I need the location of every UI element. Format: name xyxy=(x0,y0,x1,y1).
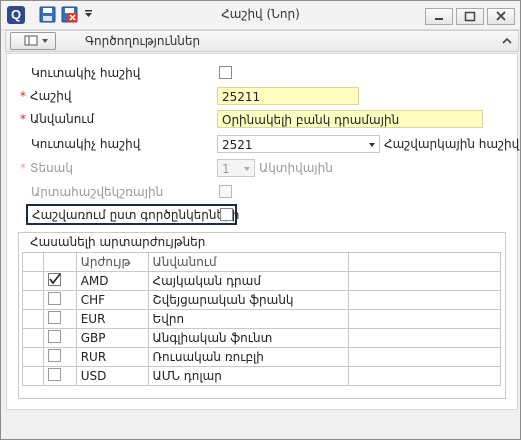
currency-code: RUR xyxy=(75,347,149,367)
currencies-grid: Արժույթ Անվանում AMD Հայկական դրամ CHF Շ… xyxy=(22,252,502,386)
actions-label[interactable]: Գործողություններ xyxy=(85,34,200,48)
currency-code: AMD xyxy=(75,271,149,291)
row-checkbox-cell[interactable] xyxy=(42,328,77,348)
name-input[interactable]: Օրինակելի բանկ դրամային xyxy=(217,110,483,128)
type-select: 1 xyxy=(217,159,255,177)
table-header-row: Արժույթ Անվանում xyxy=(22,252,502,272)
checkbox-icon[interactable] xyxy=(47,348,62,363)
required-marker: * xyxy=(20,161,26,175)
maximize-icon xyxy=(464,11,476,22)
currencies-table: Արժույթ Անվանում AMD Հայկական դրամ CHF Շ… xyxy=(22,252,502,386)
chevron-down-icon xyxy=(369,143,375,147)
currency-code: GBP xyxy=(75,328,149,348)
offbalance-label: Արտահաշվեկշռային xyxy=(31,185,164,199)
row-checkbox-cell[interactable] xyxy=(42,271,77,291)
header-check-cell xyxy=(42,252,77,272)
account-label: * Հաշիվ xyxy=(20,89,71,103)
chevron-up-icon[interactable] xyxy=(501,35,513,47)
type-label: * Տեսակ xyxy=(20,161,73,175)
by-partners-label: Հաշվառում ըստ գործընկերների xyxy=(32,208,240,222)
column-header-code[interactable]: Արժույթ xyxy=(75,252,149,272)
checkbox-icon[interactable] xyxy=(47,367,62,382)
header-empty-cell xyxy=(347,252,502,272)
close-button[interactable] xyxy=(487,8,515,25)
account-label-text: Հաշիվ xyxy=(30,89,72,103)
currency-name: Հայկական դրամ xyxy=(147,271,349,291)
type-label-text: Տեսակ xyxy=(30,161,73,175)
currency-code: CHF xyxy=(75,290,149,310)
empty-cell xyxy=(347,328,502,348)
row-indicator xyxy=(22,309,44,329)
checkbox-icon[interactable] xyxy=(47,291,62,306)
header-indicator-cell xyxy=(22,252,44,272)
checkbox-icon[interactable] xyxy=(47,329,62,344)
chevron-down-icon xyxy=(244,167,250,171)
row-indicator xyxy=(22,290,44,310)
row-indicator xyxy=(22,328,44,348)
row-checkbox-cell[interactable] xyxy=(42,309,77,329)
row-checkbox-cell[interactable] xyxy=(42,366,77,386)
actions-ribbon: Գործողություններ xyxy=(5,30,519,52)
summary-account-checkbox[interactable] xyxy=(219,66,232,79)
currency-name: Անգլիական ֆունտ xyxy=(147,328,349,348)
maximize-button[interactable] xyxy=(456,8,484,25)
checkbox-icon[interactable] xyxy=(47,310,62,325)
title-bar: Q Հաշիվ (Նոր) xyxy=(1,1,520,30)
table-row[interactable]: AMD Հայկական դրամ xyxy=(22,271,502,291)
minimize-button[interactable] xyxy=(425,8,453,25)
name-label: * Անվանում xyxy=(20,112,94,126)
by-partners-checkbox[interactable] xyxy=(220,208,233,221)
table-row[interactable]: USD ԱՄՆ դոլար xyxy=(22,366,502,386)
account-input[interactable]: 25211 xyxy=(217,87,359,105)
currency-code: USD xyxy=(75,366,149,386)
currency-name: Ռուսական ռուբլի xyxy=(147,347,349,367)
table-row[interactable]: EUR Եվրո xyxy=(22,309,502,329)
row-indicator xyxy=(22,271,44,291)
name-label-text: Անվանում xyxy=(30,112,95,126)
row-indicator xyxy=(22,347,44,367)
table-row[interactable]: CHF Շվեյցարական ֆրանկ xyxy=(22,290,502,310)
status-area xyxy=(6,410,516,437)
currency-code: EUR xyxy=(75,309,149,329)
currencies-group-title: Հասանելի արտարժույթներ xyxy=(30,235,206,249)
empty-cell xyxy=(347,366,502,386)
checkbox-checked-icon[interactable] xyxy=(47,272,62,287)
summary-account-label: Կուտակիչ հաշիվ xyxy=(31,66,141,80)
offbalance-checkbox xyxy=(219,185,232,198)
accumulator-account-label: Կուտակիչ հաշիվ xyxy=(31,137,141,151)
type-value: 1 xyxy=(222,162,230,176)
required-marker: * xyxy=(20,112,26,126)
empty-cell xyxy=(347,271,502,291)
table-row[interactable]: RUR Ռուսական ռուբլի xyxy=(22,347,502,367)
row-checkbox-cell[interactable] xyxy=(42,290,77,310)
row-checkbox-cell[interactable] xyxy=(42,347,77,367)
window: Q Հաշիվ (Նոր) Գործողություններ Կուտակիչ … xyxy=(0,0,521,440)
currency-name: ԱՄՆ դոլար xyxy=(147,366,349,386)
type-description: Ակտիվային xyxy=(259,161,333,175)
close-icon xyxy=(496,11,506,21)
empty-cell xyxy=(347,347,502,367)
currency-name: Շվեյցարական ֆրանկ xyxy=(147,290,349,310)
layout-menu-button[interactable] xyxy=(10,32,56,50)
required-marker: * xyxy=(20,89,26,103)
table-row[interactable]: GBP Անգլիական ֆունտ xyxy=(22,328,502,348)
accumulator-account-type: Հաշվարկային հաշիվ xyxy=(384,137,520,151)
currency-name: Եվրո xyxy=(147,309,349,329)
empty-cell xyxy=(347,309,502,329)
accumulator-account-select[interactable]: 2521 xyxy=(217,135,380,153)
row-indicator xyxy=(22,366,44,386)
layout-icon xyxy=(24,35,48,46)
empty-cell xyxy=(347,290,502,310)
accumulator-account-value: 2521 xyxy=(222,138,253,152)
minimize-icon xyxy=(435,18,443,20)
column-header-name[interactable]: Անվանում xyxy=(147,252,349,272)
